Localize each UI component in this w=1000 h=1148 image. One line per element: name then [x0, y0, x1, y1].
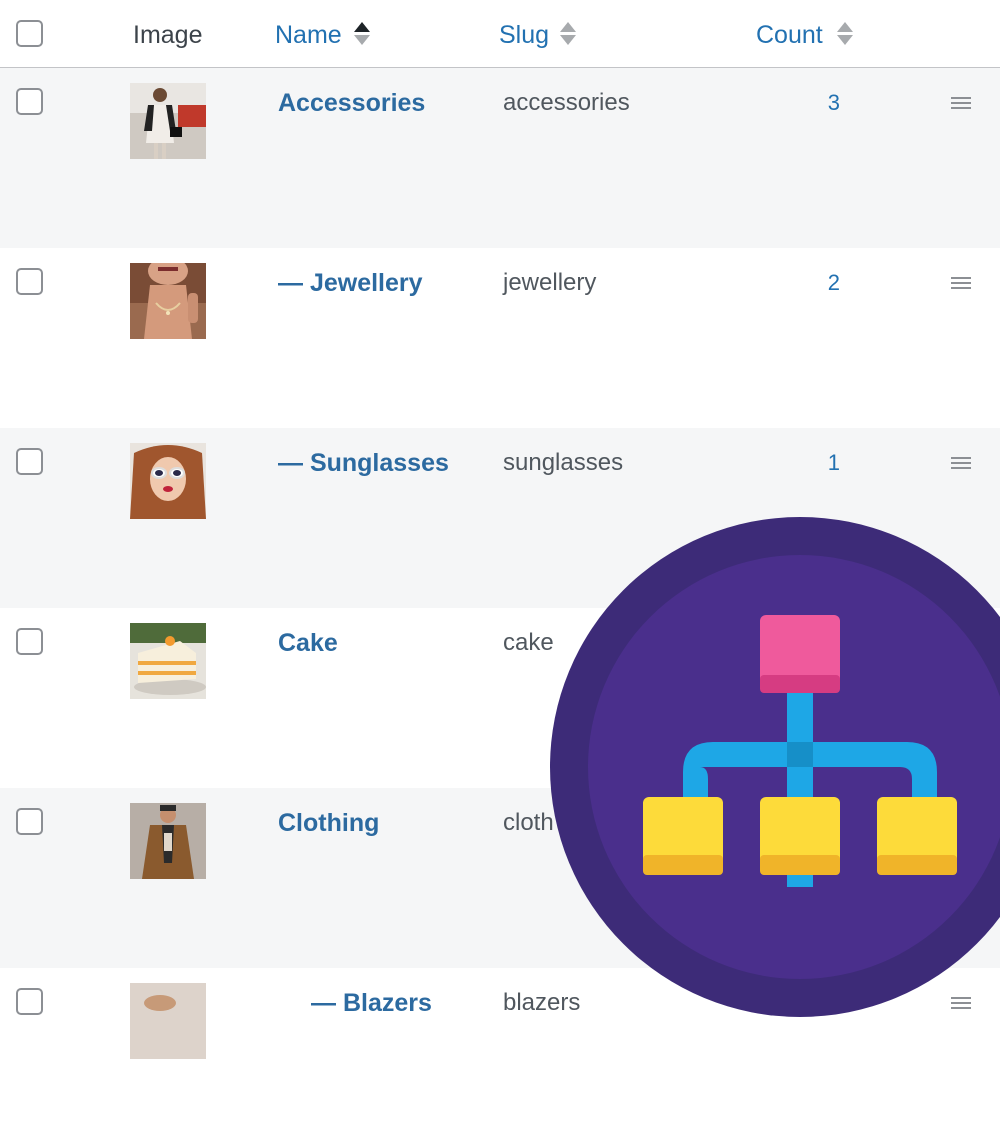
- category-thumbnail: [130, 983, 206, 1059]
- category-hierarchy-badge: [550, 517, 1000, 1017]
- sort-arrows-icon[interactable]: [837, 20, 853, 48]
- category-count-link[interactable]: 3: [800, 88, 840, 118]
- category-slug: cake: [503, 629, 554, 656]
- category-count-link[interactable]: 2: [800, 268, 840, 298]
- table-row: Accessories accessories 3: [0, 68, 1000, 248]
- column-header-slug[interactable]: Slug: [499, 20, 549, 50]
- category-name-link[interactable]: Accessories: [278, 88, 425, 118]
- man-in-coat-icon: [130, 803, 206, 879]
- drag-handle-icon[interactable]: [951, 97, 971, 111]
- cake-slice-icon: [130, 623, 206, 699]
- category-thumbnail: [130, 443, 206, 519]
- row-checkbox[interactable]: [16, 268, 43, 295]
- woman-with-handbag-icon: [130, 83, 206, 159]
- category-name-link[interactable]: — Sunglasses: [278, 448, 449, 478]
- column-header-image: Image: [133, 21, 203, 49]
- category-name-link[interactable]: — Blazers: [311, 988, 432, 1018]
- category-slug: cloth: [503, 809, 554, 836]
- blazer-photo-icon: [130, 983, 206, 1059]
- category-name-link[interactable]: — Jewellery: [278, 268, 423, 298]
- drag-handle-icon[interactable]: [951, 457, 971, 471]
- category-hierarchy-icon: [550, 517, 1000, 1017]
- row-checkbox[interactable]: [16, 628, 43, 655]
- category-thumbnail: [130, 623, 206, 699]
- category-thumbnail: [130, 803, 206, 879]
- column-header-name[interactable]: Name: [275, 20, 342, 50]
- row-checkbox[interactable]: [16, 88, 43, 115]
- woman-wearing-necklace-icon: [130, 263, 206, 339]
- category-count-link[interactable]: 1: [800, 448, 840, 478]
- category-name-link[interactable]: Cake: [278, 628, 338, 658]
- table-header: Image Name Slug Count: [0, 0, 1000, 68]
- category-thumbnail: [130, 263, 206, 339]
- sort-arrows-icon[interactable]: [560, 20, 576, 48]
- drag-handle-icon[interactable]: [951, 277, 971, 291]
- woman-in-sunglasses-icon: [130, 443, 206, 519]
- category-name-link[interactable]: Clothing: [278, 808, 379, 838]
- column-header-count[interactable]: Count: [756, 20, 823, 50]
- category-slug: jewellery: [503, 269, 597, 296]
- table-row: — Jewellery jewellery 2: [0, 248, 1000, 428]
- select-all-checkbox[interactable]: [16, 20, 43, 47]
- row-checkbox[interactable]: [16, 988, 43, 1015]
- row-checkbox[interactable]: [16, 808, 43, 835]
- category-slug: accessories: [503, 89, 630, 116]
- row-checkbox[interactable]: [16, 448, 43, 475]
- category-thumbnail: [130, 83, 206, 159]
- category-slug: sunglasses: [503, 449, 624, 476]
- sort-arrows-icon[interactable]: [354, 20, 370, 48]
